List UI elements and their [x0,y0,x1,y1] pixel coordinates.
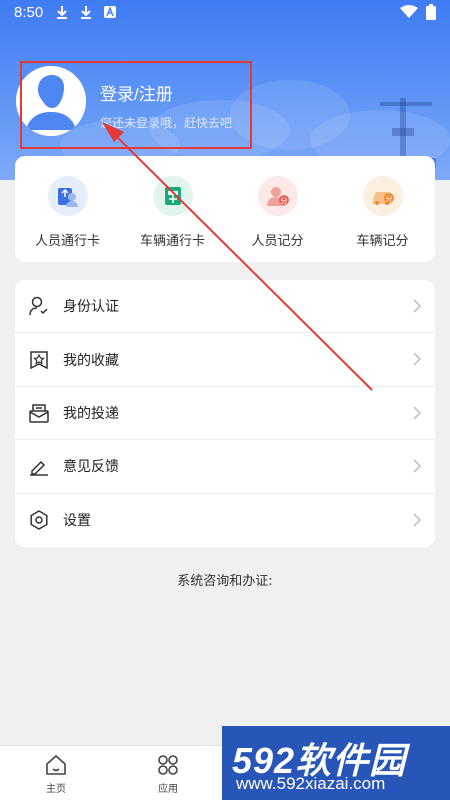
profile-header: 8:50 登录/注册 您还未登录哦，赶快去吧 [0,0,450,180]
apps-icon [158,755,178,775]
quick-action-person-pass[interactable]: 人员通行卡 [15,156,120,262]
battery-icon [426,4,436,20]
nav-label: 应用 [158,784,178,795]
settings-menu: 身份认证 我的收藏 我的投递 意见反馈 设置 [15,280,435,547]
person-pass-icon [47,176,88,216]
svg-text:分: 分 [280,196,287,205]
vehicle-pass-icon [152,176,193,216]
chevron-right-icon [413,459,421,473]
quick-action-label: 车辆记分 [356,234,409,249]
identity-icon [29,296,48,316]
quick-action-label: 人员通行卡 [34,234,100,249]
download-icon [81,6,92,19]
quick-action-person-score[interactable]: 分 人员记分 [225,156,330,262]
svg-text:分: 分 [385,194,392,203]
site-watermark: 592软件园 www.592xiazai.com [222,726,450,800]
menu-item-deliveries[interactable]: 我的投递 [15,387,435,441]
menu-item-settings[interactable]: 设置 [15,494,435,547]
delivery-icon [29,404,49,423]
quick-action-label: 车辆通行卡 [139,234,205,249]
menu-item-label: 我的投递 [63,405,119,422]
chevron-right-icon [413,406,421,420]
app-icon [104,5,117,18]
quick-action-label: 人员记分 [251,234,304,249]
feedback-icon [30,461,48,477]
chevron-right-icon [413,352,421,366]
home-icon [46,754,66,775]
menu-item-feedback[interactable]: 意见反馈 [15,440,435,494]
person-score-icon: 分 [257,176,298,216]
chevron-right-icon [413,513,421,527]
favorite-icon [30,350,48,369]
menu-item-favorites[interactable]: 我的收藏 [15,333,435,387]
watermark-url: www.592xiazai.com [236,774,386,793]
nav-label: 主页 [46,784,66,795]
consult-text: 系统咨询和办证: [177,574,273,589]
chevron-right-icon [413,299,421,313]
menu-item-label: 设置 [63,513,91,530]
nav-home[interactable]: 主页 [26,754,86,795]
download-icon [57,6,68,19]
menu-item-label: 意见反馈 [63,459,119,476]
highlight-box [20,61,252,149]
status-bar: 8:50 [0,0,450,24]
menu-item-identity[interactable]: 身份认证 [15,280,435,334]
menu-item-label: 我的收藏 [63,352,119,369]
quick-action-vehicle-pass[interactable]: 车辆通行卡 [120,156,225,262]
vehicle-score-icon: 分 [362,176,403,216]
quick-actions-card: 人员通行卡 车辆通行卡 分 人员记分 分 车辆记分 [15,156,435,262]
nav-apps[interactable]: 应用 [138,754,198,795]
wifi-icon [400,5,418,18]
status-time: 8:50 [14,3,44,21]
settings-icon [30,510,48,531]
menu-item-label: 身份认证 [63,299,119,316]
quick-action-vehicle-score[interactable]: 分 车辆记分 [330,156,435,262]
